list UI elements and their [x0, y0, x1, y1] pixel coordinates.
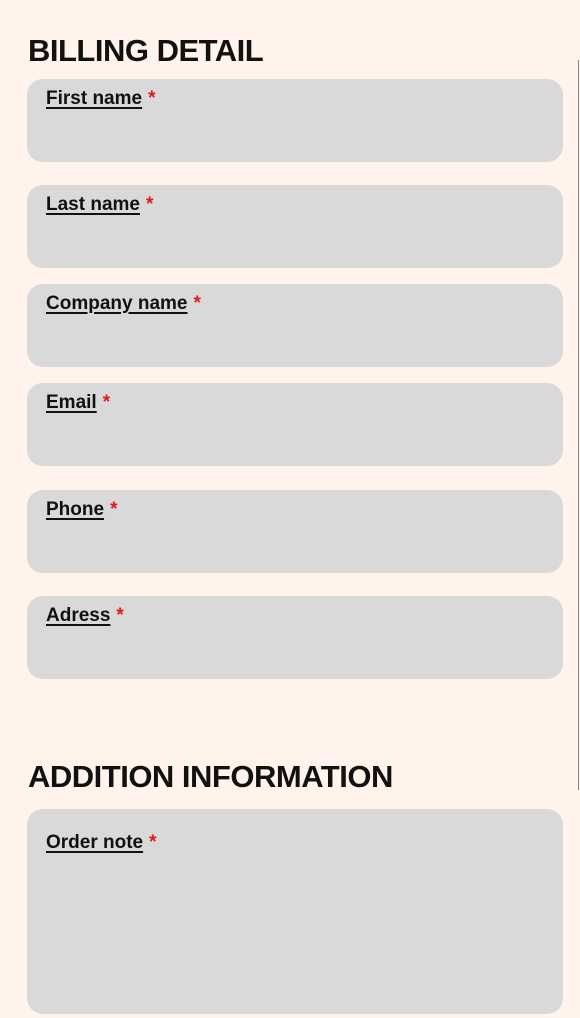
last-name-input[interactable] [46, 223, 544, 258]
required-asterisk: * [102, 392, 111, 413]
checkout-form-page: BILLING DETAIL First name * Last name * Co… [0, 0, 580, 1018]
required-asterisk: * [149, 832, 157, 853]
required-asterisk: * [193, 293, 201, 314]
order-note-label-text: Order note [46, 832, 144, 853]
address-input[interactable] [46, 634, 544, 669]
last-name-label-text: Last name [46, 194, 140, 215]
company-name-label: Company name * [46, 293, 201, 315]
order-note-textarea[interactable] [46, 863, 544, 1004]
order-note-field[interactable]: Order note * [27, 809, 563, 1014]
required-asterisk: * [145, 194, 154, 215]
first-name-label: First name * [46, 88, 156, 110]
phone-label: Phone * [46, 499, 117, 521]
company-name-field[interactable]: Company name * [27, 284, 563, 367]
required-asterisk: * [116, 605, 124, 626]
required-asterisk: * [148, 88, 156, 109]
additional-section-title: ADDITION INFORMATION [28, 759, 393, 794]
scrollbar-edge [578, 60, 579, 790]
company-name-input[interactable] [46, 322, 544, 357]
phone-input[interactable] [46, 528, 544, 563]
address-label: Adress * [46, 605, 124, 627]
company-name-label-text: Company name [46, 293, 188, 314]
first-name-input[interactable] [46, 117, 544, 152]
first-name-field[interactable]: First name * [27, 79, 563, 162]
first-name-label-text: First name [46, 88, 143, 109]
email-field[interactable]: Email * [27, 383, 563, 466]
email-input[interactable] [46, 421, 544, 456]
last-name-label: Last name * [46, 194, 153, 216]
required-asterisk: * [110, 499, 118, 520]
phone-field[interactable]: Phone * [27, 490, 563, 573]
order-note-label: Order note * [46, 832, 157, 854]
address-label-text: Adress [46, 605, 111, 626]
email-label: Email * [46, 392, 110, 414]
billing-section-title: BILLING DETAIL [28, 33, 264, 68]
phone-label-text: Phone [46, 499, 105, 520]
last-name-field[interactable]: Last name * [27, 185, 563, 268]
address-field[interactable]: Adress * [27, 596, 563, 679]
email-label-text: Email [46, 392, 97, 413]
